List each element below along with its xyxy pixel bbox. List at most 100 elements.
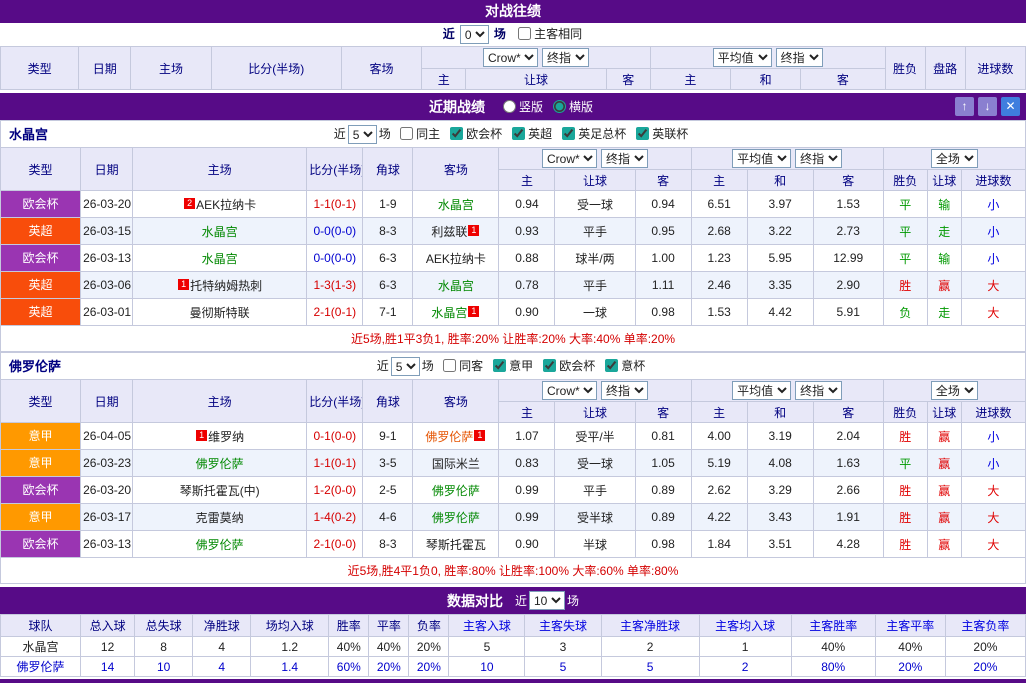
odds-source-select[interactable]: Crow*	[483, 48, 538, 67]
league-filter[interactable]: 欧会杯	[541, 359, 595, 373]
league-checkbox[interactable]	[636, 127, 649, 140]
layout-option-vertical[interactable]: 竖版	[501, 98, 543, 115]
goals-overunder: 大	[987, 484, 999, 498]
result: 负	[899, 306, 911, 320]
avg-time-select[interactable]: 终指	[776, 48, 823, 67]
home-team-name: 佛罗伦萨	[196, 538, 244, 552]
league-type-badge: 欧会杯	[1, 477, 80, 503]
league-type-cell: 意甲	[1, 504, 81, 531]
col-score: 比分(半场)	[307, 148, 363, 191]
avg-source-select[interactable]: 平均值	[713, 48, 772, 67]
compare-table: 球队总入球总失球净胜球场均入球胜率平率负率主客入球主客失球主客净胜球主客均入球主…	[0, 614, 1026, 677]
match-date: 26-03-15	[81, 218, 133, 245]
col-goals: 进球数	[961, 402, 1025, 423]
league-checkbox[interactable]	[562, 127, 575, 140]
col-result: 胜负	[883, 402, 927, 423]
avg-source-select[interactable]: 平均值	[732, 149, 791, 168]
away-team-cell: 国际米兰	[413, 450, 499, 477]
avg-source-select[interactable]: 平均值	[732, 381, 791, 400]
compare-count-select[interactable]: 10	[529, 591, 565, 610]
odds-time-select[interactable]: 终指	[601, 149, 648, 168]
league-checkbox[interactable]	[450, 127, 463, 140]
ha-conceded: 3	[525, 637, 601, 657]
loss-rate: 20%	[409, 637, 449, 657]
compare-column-header: 净胜球	[193, 615, 251, 637]
home-team-name: 克雷莫纳	[196, 511, 244, 525]
league-filter[interactable]: 英超	[510, 127, 552, 141]
league-type-cell: 欧会杯	[1, 245, 81, 272]
team1-same-home-checkbox[interactable]	[400, 127, 413, 140]
horizontal-layout-radio[interactable]	[553, 100, 566, 113]
col-avg-draw: 和	[747, 170, 813, 191]
league-checkbox[interactable]	[512, 127, 525, 140]
compare-column-header: 主客失球	[525, 615, 601, 637]
odds-source-select[interactable]: Crow*	[542, 381, 597, 400]
team2-same-away-filter[interactable]: 同客	[441, 359, 483, 373]
handicap-result-cell: 输	[927, 245, 961, 272]
result: 胜	[899, 279, 911, 293]
team1-count-select[interactable]: 5	[348, 125, 377, 144]
compare-column-header: 球队	[1, 615, 81, 637]
col-avg-home: 主	[691, 402, 747, 423]
vertical-layout-radio[interactable]	[503, 100, 516, 113]
away-team-cell: 琴斯托霍瓦	[413, 531, 499, 558]
league-filter[interactable]: 英足总杯	[560, 127, 626, 141]
compare-near-label: 近	[515, 592, 527, 609]
home-team-cell: 克雷莫纳	[133, 504, 307, 531]
league-checkbox[interactable]	[605, 359, 618, 372]
odds-time-select[interactable]: 终指	[601, 381, 648, 400]
odds-source-select[interactable]: Crow*	[542, 149, 597, 168]
same-home-away-checkbox[interactable]	[518, 27, 531, 40]
matches-label: 场	[494, 27, 506, 41]
league-checkbox[interactable]	[493, 359, 506, 372]
close-button[interactable]: ✕	[1001, 97, 1020, 116]
handicap-result-cell: 走	[927, 299, 961, 326]
league-type-cell: 意甲	[1, 450, 81, 477]
move-down-button[interactable]: ↓	[978, 97, 997, 116]
avg-time-select[interactable]: 终指	[795, 381, 842, 400]
league-checkbox[interactable]	[543, 359, 556, 372]
compare-column-header: 胜率	[329, 615, 369, 637]
team1-same-home-filter[interactable]: 同主	[398, 127, 440, 141]
same-home-away-filter[interactable]: 主客相同	[516, 27, 582, 41]
result: 平	[899, 252, 911, 266]
odds-home: 0.88	[499, 245, 555, 272]
team2-same-away-checkbox[interactable]	[443, 359, 456, 372]
league-label: 英超	[528, 127, 552, 141]
compare-column-header: 总失球	[135, 615, 193, 637]
compare-rows: 水晶宫 12 8 4 1.2 40% 40% 20% 5 3 2 1 40% 4…	[1, 637, 1026, 677]
matches-label: 场	[379, 127, 391, 141]
avg-home: 2.68	[691, 218, 747, 245]
league-type-badge: 欧会杯	[1, 245, 80, 271]
goals-overunder: 大	[987, 279, 999, 293]
odds-away: 0.98	[635, 299, 691, 326]
odds-away: 1.00	[635, 245, 691, 272]
result: 胜	[899, 484, 911, 498]
league-filter[interactable]: 英联杯	[634, 127, 688, 141]
team2-count-select[interactable]: 5	[391, 357, 420, 376]
h2h-filter-row: 近0场 主客相同	[0, 23, 1026, 46]
layout-option-horizontal[interactable]: 横版	[551, 98, 593, 115]
odds-home: 0.94	[499, 191, 555, 218]
h2h-col-away: 客场	[341, 47, 421, 90]
col-corner: 角球	[363, 380, 413, 423]
handicap-result: 赢	[938, 538, 950, 552]
avg-home: 1.23	[691, 245, 747, 272]
avg-away: 2.90	[813, 272, 883, 299]
corners: 4-6	[363, 504, 413, 531]
h2h-count-select[interactable]: 0	[460, 25, 489, 44]
avg-time-select[interactable]: 终指	[795, 149, 842, 168]
move-up-button[interactable]: ↑	[955, 97, 974, 116]
scope-group: 全场	[883, 380, 1025, 402]
scope-select[interactable]: 全场	[931, 381, 978, 400]
league-filter[interactable]: 意杯	[603, 359, 645, 373]
league-filter[interactable]: 意甲	[491, 359, 533, 373]
col-corner: 角球	[363, 148, 413, 191]
team1-filter-row: 水晶宫 近5场 同主欧会杯英超英足总杯英联杯	[0, 120, 1026, 147]
compare-column-header: 主客胜率	[791, 615, 875, 637]
scope-select[interactable]: 全场	[931, 149, 978, 168]
league-filter[interactable]: 欧会杯	[448, 127, 502, 141]
odds-time-select[interactable]: 终指	[542, 48, 589, 67]
avg-draw: 4.08	[747, 450, 813, 477]
home-card-badge: 2	[184, 198, 195, 209]
